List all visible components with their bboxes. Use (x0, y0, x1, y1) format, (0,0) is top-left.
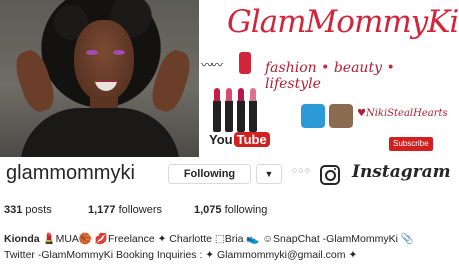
tagline-fashion: fashion (265, 60, 317, 76)
tagline-separator: • (321, 60, 330, 76)
following-button[interactable]: Following (168, 164, 251, 184)
lipsticks-icon (211, 82, 271, 132)
profile-video-photo (0, 0, 199, 157)
posts-stat[interactable]: 331 posts (4, 204, 52, 216)
profile-username: glammommyki (6, 162, 135, 184)
tagline-beauty: beauty (333, 60, 382, 76)
eyelashes-icon: 〰〰 (201, 58, 223, 72)
brand-banner: GlamMommyKi 〰〰 fashion • beauty • lifest… (199, 0, 459, 157)
following-stat[interactable]: 1,075 following (194, 204, 267, 216)
youtube-tube-text: Tube (233, 132, 270, 147)
chevron-down-icon[interactable]: ▼ (256, 164, 282, 184)
nail-polish-icon (239, 52, 251, 74)
following-label: following (224, 204, 268, 216)
instagram-tile-icon (329, 104, 353, 128)
bio-text-2: Twitter -GlamMommyKi Booking Inquiries :… (4, 249, 358, 261)
posts-count: 331 (4, 204, 23, 216)
tagline-separator: • (386, 60, 395, 76)
brand-tagline: fashion • beauty • lifestyle (265, 60, 455, 92)
followers-stat[interactable]: 1,177 followers (88, 204, 162, 216)
followers-count: 1,177 (88, 204, 116, 216)
instagram-wordmark: Instagram (352, 162, 451, 182)
subscribe-button[interactable]: Subscribe (389, 137, 433, 151)
youtube-logo: You Tube (209, 132, 270, 147)
twitter-icon (301, 104, 325, 128)
followers-label: followers (118, 204, 162, 216)
instagram-brand: Instagram (312, 158, 451, 194)
brand-title: GlamMommyKi (227, 4, 459, 40)
youtube-text: You (209, 132, 233, 147)
following-count: 1,075 (194, 204, 222, 216)
banner-handle: ♥NikiStealHearts (357, 108, 448, 119)
profile-bio: Kionda 💄MUA🏀 💋Freelance ✦ Charlotte ⬚Bri… (4, 231, 456, 263)
more-options-icon[interactable]: ○○○ (292, 165, 311, 175)
header-banner: GlamMommyKi 〰〰 fashion • beauty • lifest… (0, 0, 459, 157)
bio-text-1: 💄MUA🏀 💋Freelance ✦ Charlotte ⬚Bria 👟 ☺Sn… (42, 233, 414, 245)
tagline-lifestyle: lifestyle (265, 76, 321, 92)
shirt-shape (20, 108, 180, 157)
bio-name: Kionda (4, 233, 40, 245)
instagram-icon (320, 165, 340, 185)
left-eye-shape (86, 50, 98, 55)
bio-line-1: Kionda 💄MUA🏀 💋Freelance ✦ Charlotte ⬚Bri… (4, 231, 456, 247)
posts-label: posts (25, 204, 52, 216)
right-eye-shape (113, 50, 125, 55)
